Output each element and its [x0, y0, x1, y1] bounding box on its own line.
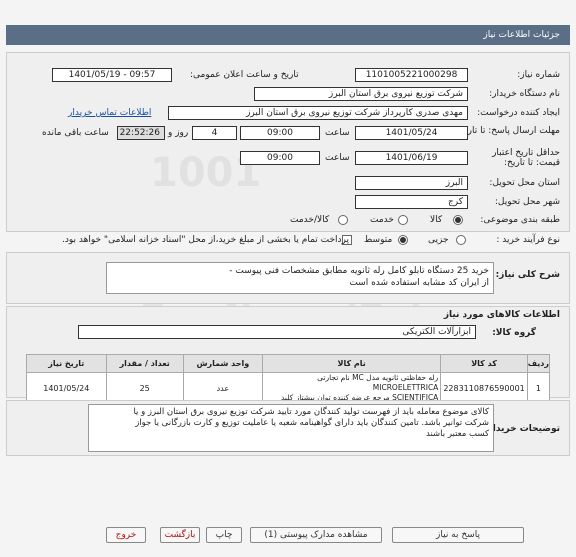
deadline-time-field: 09:00 — [240, 126, 320, 140]
summary-text: خرید 25 دستگاه تابلو کامل رله ثانویه مطا… — [106, 262, 494, 294]
summary-label: شرح کلی نیاز: — [495, 270, 560, 280]
col-index: ردیف — [526, 354, 551, 373]
creator-field: مهدی صدری کارپرداز شرکت توزیع نیروی برق … — [168, 106, 468, 120]
buyer-notes-text: کالای موضوع معامله باید از فهرست تولید ک… — [88, 404, 494, 452]
exit-button[interactable]: خروج — [106, 527, 146, 543]
row-unit: عدد — [182, 372, 264, 404]
city-field: کرج — [355, 195, 468, 209]
days-field: 4 — [192, 126, 237, 140]
category-service-label: خدمت — [370, 215, 394, 225]
goods-group-label: گروه کالا: — [492, 328, 536, 338]
purchase-minor-label: جزیی — [428, 235, 449, 245]
row-name: رله حفاظتی ثانویه مدل MC نام تجارتی MICR… — [261, 372, 442, 404]
row-name-line-1: رله حفاظتی ثانویه مدل MC نام تجارتی MICR… — [317, 373, 439, 392]
purchase-type-label: نوع فرآیند خرید : — [496, 235, 560, 245]
col-date: تاریخ نیاز — [26, 354, 107, 373]
validity-time-field: 09:00 — [240, 151, 320, 165]
category-label: طبقه بندی موضوعی: — [480, 215, 560, 225]
creator-label: ایجاد کننده درخواست: — [477, 108, 560, 118]
goods-table-header: ردیف کد کالا نام کالا واحد شمارش تعداد /… — [26, 354, 551, 373]
deadline-label: مهلت ارسال پاسخ: تا تاریخ: — [456, 126, 560, 136]
buyer-contact-link[interactable]: اطلاعات تماس خریدار — [68, 108, 151, 118]
validity-time-label: ساعت — [325, 153, 350, 163]
buyer-notes-line-3: کسب معتبر باشند — [426, 429, 489, 439]
print-button[interactable]: چاپ — [206, 527, 242, 543]
row-index: 1 — [526, 372, 551, 404]
reply-button[interactable]: پاسخ به نیاز — [392, 527, 524, 543]
need-number-label: شماره نیاز: — [517, 70, 560, 80]
buyer-org-label: نام دستگاه خریدار: — [489, 89, 560, 99]
purchase-minor-radio[interactable] — [456, 235, 466, 245]
table-row: 1 2283110876590001 رله حفاظتی ثانویه مدل… — [26, 372, 551, 404]
row-date: 1401/05/24 — [26, 372, 107, 404]
validity-label: حداقل تاریخ اعتبار قیمت: تا تاریخ: — [492, 148, 560, 168]
need-number-field: 1101005221000298 — [355, 68, 468, 82]
city-label: شهر محل تحویل: — [494, 197, 560, 207]
province-field: البرز — [355, 176, 468, 190]
category-goods-label: کالا — [430, 215, 443, 225]
goods-table: ردیف کد کالا نام کالا واحد شمارش تعداد /… — [26, 354, 551, 404]
announce-field: 1401/05/19 - 09:57 — [52, 68, 172, 82]
goods-group-field: ابزارآلات الکتریکی — [78, 325, 476, 339]
deadline-date-field: 1401/05/24 — [355, 126, 468, 140]
buyer-notes-line-1: کالای موضوع معامله باید از فهرست تولید ک… — [133, 407, 489, 417]
row-code: 2283110876590001 — [440, 372, 528, 404]
province-label: استان محل تحویل: — [489, 178, 560, 188]
deadline-time-label: ساعت — [325, 128, 350, 138]
category-both-radio[interactable] — [338, 215, 348, 225]
category-service-radio[interactable] — [398, 215, 408, 225]
buyer-notes-line-2: شرکت توانیر باشد. تامین کنندگان باید دار… — [135, 418, 489, 428]
category-goods-radio[interactable] — [453, 215, 463, 225]
remaining-time-field: 22:52:26 — [117, 126, 165, 140]
announce-label: تاریخ و ساعت اعلان عمومی: — [190, 70, 299, 80]
col-code: کد کالا — [440, 354, 528, 373]
col-unit: واحد شمارش — [182, 354, 264, 373]
goods-section-title: اطلاعات کالاهای مورد نیاز — [443, 310, 560, 320]
page-title: جزئیات اطلاعات نیاز — [483, 30, 560, 40]
col-name: نام کالا — [261, 354, 442, 373]
days-label: روز و — [168, 128, 189, 138]
purchase-medium-radio[interactable] — [398, 235, 408, 245]
validity-date-field: 1401/06/19 — [355, 151, 468, 165]
purchase-medium-label: متوسط — [364, 235, 393, 245]
buyer-notes-label: توضیحات خریدار: — [484, 424, 560, 434]
view-attachments-button[interactable]: مشاهده مدارک پیوستی (1) — [250, 527, 382, 543]
payment-note: پرداخت تمام یا بخشی از مبلغ خرید،از محل … — [62, 235, 350, 245]
buyer-org-field: شرکت توزیع نیروی برق استان البرز — [254, 87, 468, 101]
remaining-label: ساعت باقی مانده — [42, 128, 109, 138]
category-both-label: کالا/خدمت — [290, 215, 330, 225]
back-button[interactable]: بازگشت — [160, 527, 200, 543]
col-qty: تعداد / مقدار — [105, 354, 184, 373]
summary-line-1: خرید 25 دستگاه تابلو کامل رله ثانویه مطا… — [229, 266, 489, 276]
summary-line-2: از ایران کد مشابه استفاده شده است — [349, 278, 489, 288]
page-header: جزئیات اطلاعات نیاز — [6, 25, 570, 45]
goods-table-wrap: ردیف کد کالا نام کالا واحد شمارش تعداد /… — [26, 354, 551, 404]
row-qty: 25 — [105, 372, 184, 404]
